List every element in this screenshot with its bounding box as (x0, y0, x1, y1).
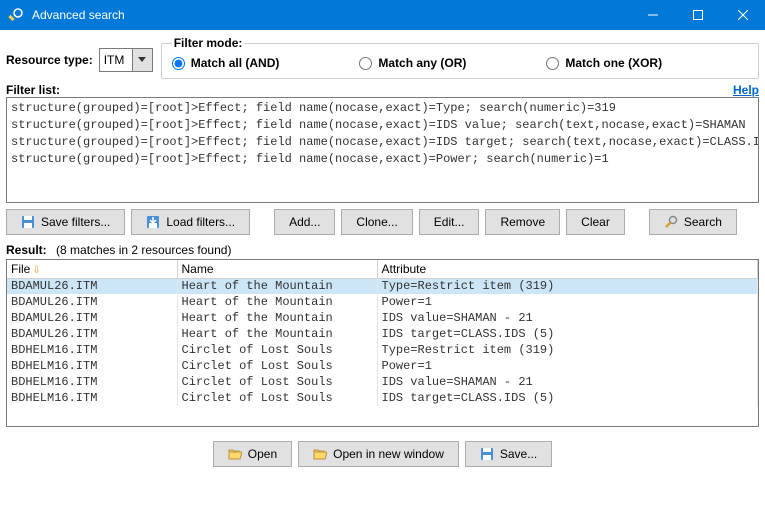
table-row[interactable]: BDAMUL26.ITMHeart of the MountainIDS tar… (7, 326, 758, 342)
disk-icon (480, 447, 494, 461)
open-button[interactable]: Open (213, 441, 292, 467)
filter-list-item[interactable]: structure(grouped)=[root]>Effect; field … (11, 100, 754, 117)
sort-indicator-icon: ⇩ (32, 265, 40, 276)
results-table[interactable]: File⇩ Name Attribute BDAMUL26.ITMHeart o… (6, 259, 759, 427)
open-new-window-button[interactable]: Open in new window (298, 441, 459, 467)
search-icon (664, 215, 678, 229)
save-filters-button[interactable]: Save filters... (6, 209, 125, 235)
column-file[interactable]: File⇩ (7, 260, 177, 278)
help-link[interactable]: Help (733, 83, 759, 97)
app-icon (8, 7, 24, 23)
result-count: (8 matches in 2 resources found) (56, 243, 231, 257)
filter-list-item[interactable]: structure(grouped)=[root]>Effect; field … (11, 117, 754, 134)
minimize-button[interactable] (630, 0, 675, 30)
folder-open-icon (228, 447, 242, 461)
filter-mode-and[interactable]: Match all (AND) (172, 56, 280, 70)
table-row[interactable]: BDAMUL26.ITMHeart of the MountainType=Re… (7, 278, 758, 294)
remove-button[interactable]: Remove (485, 209, 560, 235)
table-row[interactable]: BDHELM16.ITMCirclet of Lost SoulsIDS tar… (7, 390, 758, 406)
save-icon (21, 215, 35, 229)
table-row[interactable]: BDAMUL26.ITMHeart of the MountainPower=1 (7, 294, 758, 310)
filter-list[interactable]: structure(grouped)=[root]>Effect; field … (6, 97, 759, 203)
resource-type-label: Resource type: (6, 53, 93, 67)
column-name[interactable]: Name (177, 260, 377, 278)
table-row[interactable]: BDHELM16.ITMCirclet of Lost SoulsPower=1 (7, 358, 758, 374)
filter-list-item[interactable]: structure(grouped)=[root]>Effect; field … (11, 151, 754, 168)
edit-button[interactable]: Edit... (419, 209, 480, 235)
table-row[interactable]: BDHELM16.ITMCirclet of Lost SoulsType=Re… (7, 342, 758, 358)
resource-type-dropdown[interactable] (132, 49, 152, 71)
column-attribute[interactable]: Attribute (377, 260, 758, 278)
filter-mode-xor[interactable]: Match one (XOR) (546, 56, 662, 70)
filter-mode-legend: Filter mode: (172, 36, 245, 50)
filter-list-label: Filter list: (6, 83, 60, 97)
window-title: Advanced search (32, 8, 630, 22)
maximize-button[interactable] (675, 0, 720, 30)
load-filters-button[interactable]: Load filters... (131, 209, 250, 235)
filter-list-item[interactable]: structure(grouped)=[root]>Effect; field … (11, 134, 754, 151)
clear-button[interactable]: Clear (566, 209, 625, 235)
save-button[interactable]: Save... (465, 441, 552, 467)
folder-open-icon (313, 447, 327, 461)
filter-mode-or[interactable]: Match any (OR) (359, 56, 466, 70)
close-button[interactable] (720, 0, 765, 30)
add-button[interactable]: Add... (274, 209, 335, 235)
clone-button[interactable]: Clone... (341, 209, 412, 235)
table-row[interactable]: BDHELM16.ITMCirclet of Lost SoulsIDS val… (7, 374, 758, 390)
result-label: Result: (6, 243, 47, 257)
search-button[interactable]: Search (649, 209, 737, 235)
table-row[interactable]: BDAMUL26.ITMHeart of the MountainIDS val… (7, 310, 758, 326)
resource-type-combo[interactable] (99, 48, 153, 72)
filter-mode-group: Filter mode: Match all (AND) Match any (… (161, 36, 759, 79)
load-icon (146, 215, 160, 229)
resource-type-input[interactable] (100, 49, 132, 71)
titlebar[interactable]: Advanced search (0, 0, 765, 30)
